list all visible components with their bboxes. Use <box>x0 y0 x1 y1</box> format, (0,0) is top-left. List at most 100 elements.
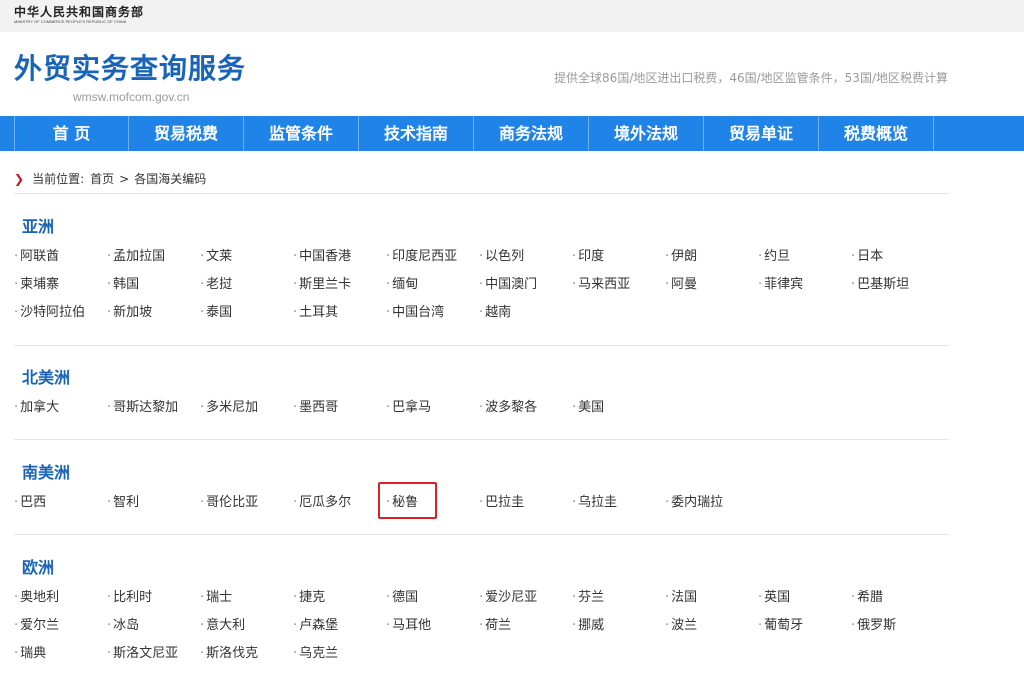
country-link[interactable]: · 厄瓜多尔 <box>293 493 386 521</box>
country-link[interactable]: · 波兰 <box>665 616 758 644</box>
country-link[interactable]: · 伊朗 <box>665 247 758 275</box>
country-link[interactable]: · 希腊 <box>851 588 944 616</box>
country-link[interactable]: · 沙特阿拉伯 <box>14 303 107 331</box>
ministry-name-en: MINISTRY OF COMMERCE PEOPLE'S REPUBLIC O… <box>14 19 127 24</box>
country-link[interactable]: · 韩国 <box>107 275 200 303</box>
country-link[interactable]: · 新加坡 <box>107 303 200 331</box>
country-link[interactable]: · 哥斯达黎加 <box>107 398 200 426</box>
nav-item-regulatory[interactable]: 监管条件 <box>244 116 359 151</box>
nav-item-commerce-law[interactable]: 商务法规 <box>474 116 589 151</box>
country-link[interactable]: · 意大利 <box>200 616 293 644</box>
country-link[interactable]: · 巴拉圭 <box>479 493 572 521</box>
country-link[interactable]: · 阿联酋 <box>14 247 107 275</box>
country-link[interactable]: · 巴拿马 <box>386 398 479 426</box>
country-link[interactable]: · 冰岛 <box>107 616 200 644</box>
country-link[interactable]: · 爱沙尼亚 <box>479 588 572 616</box>
country-link[interactable]: · 乌拉圭 <box>572 493 665 521</box>
nav-item-trade-tax[interactable]: 贸易税费 <box>129 116 244 151</box>
country-link[interactable]: · 泰国 <box>200 303 293 331</box>
breadcrumb-home-link[interactable]: 首页 <box>90 170 114 187</box>
country-link[interactable]: · 柬埔寨 <box>14 275 107 303</box>
country-link[interactable]: · 奥地利 <box>14 588 107 616</box>
country-link[interactable]: · 中国澳门 <box>479 275 572 303</box>
bullet-icon: · <box>758 618 763 633</box>
country-link[interactable]: · 爱尔兰 <box>14 616 107 644</box>
country-link[interactable]: · 德国 <box>386 588 479 616</box>
nav-item-home[interactable]: 首 页 <box>14 116 129 151</box>
country-link[interactable]: · 巴基斯坦 <box>851 275 944 303</box>
country-link[interactable]: · 老挝 <box>200 275 293 303</box>
bullet-icon: · <box>200 618 205 633</box>
country-name: 俄罗斯 <box>857 618 897 633</box>
country-link[interactable]: · 中国香港 <box>293 247 386 275</box>
country-link[interactable]: · 美国 <box>572 398 665 426</box>
bullet-icon: · <box>665 495 670 510</box>
bullet-icon: · <box>386 400 391 415</box>
bullet-icon: · <box>14 400 19 415</box>
country-name: 秘鲁 <box>392 495 419 510</box>
ministry-name-cn: 中华人民共和国商务部 <box>14 5 145 19</box>
country-link[interactable]: · 葡萄牙 <box>758 616 851 644</box>
country-link[interactable]: · 委内瑞拉 <box>665 493 758 521</box>
country-link[interactable]: · 斯里兰卡 <box>293 275 386 303</box>
country-link[interactable]: · 墨西哥 <box>293 398 386 426</box>
country-link[interactable]: · 芬兰 <box>572 588 665 616</box>
country-link[interactable]: · 挪威 <box>572 616 665 644</box>
country-link[interactable]: · 孟加拉国 <box>107 247 200 275</box>
country-link[interactable]: · 比利时 <box>107 588 200 616</box>
country-link[interactable]: · 印度 <box>572 247 665 275</box>
country-name: 阿联酋 <box>20 249 60 264</box>
country-link[interactable]: · 智利 <box>107 493 200 521</box>
bullet-icon: · <box>107 646 112 661</box>
country-link[interactable]: · 日本 <box>851 247 944 275</box>
country-link[interactable]: · 斯洛文尼亚 <box>107 644 200 672</box>
breadcrumb-current: 各国海关编码 <box>134 172 207 186</box>
country-link[interactable]: · 秘鲁 <box>378 482 479 521</box>
country-link[interactable]: · 马来西亚 <box>572 275 665 303</box>
country-link[interactable]: · 荷兰 <box>479 616 572 644</box>
country-link[interactable]: · 瑞士 <box>200 588 293 616</box>
country-name: 斯洛伐克 <box>206 646 259 661</box>
country-link[interactable]: · 菲律宾 <box>758 275 851 303</box>
country-link[interactable]: · 英国 <box>758 588 851 616</box>
country-name: 爱尔兰 <box>20 618 60 633</box>
country-link[interactable]: · 波多黎各 <box>479 398 572 426</box>
country-link[interactable]: · 马耳他 <box>386 616 479 644</box>
country-link[interactable]: · 乌克兰 <box>293 644 386 672</box>
bullet-icon: · <box>200 277 205 292</box>
country-link[interactable]: · 巴西 <box>14 493 107 521</box>
bullet-icon: · <box>851 249 856 264</box>
country-link[interactable]: · 土耳其 <box>293 303 386 331</box>
country-link[interactable]: · 捷克 <box>293 588 386 616</box>
country-link[interactable]: · 法国 <box>665 588 758 616</box>
country-link[interactable]: · 卢森堡 <box>293 616 386 644</box>
country-link[interactable]: · 缅甸 <box>386 275 479 303</box>
country-link[interactable]: · 越南 <box>479 303 572 331</box>
ministry-logo[interactable]: 中华人民共和国商务部 MINISTRY OF COMMERCE PEOPLE'S… <box>14 5 144 25</box>
divider <box>14 534 949 535</box>
country-link[interactable]: · 斯洛伐克 <box>200 644 293 672</box>
country-link[interactable]: · 约旦 <box>758 247 851 275</box>
country-link[interactable]: · 以色列 <box>479 247 572 275</box>
bullet-icon: · <box>107 590 112 605</box>
country-link[interactable]: · 中国台湾 <box>386 303 479 331</box>
country-link[interactable]: · 印度尼西亚 <box>386 247 479 275</box>
bullet-icon: · <box>200 495 205 510</box>
region-title: 欧洲 <box>22 558 55 577</box>
country-link[interactable]: · 阿曼 <box>665 275 758 303</box>
nav-item-foreign-law[interactable]: 境外法规 <box>589 116 704 151</box>
site-title[interactable]: 外贸实务查询服务 <box>14 51 246 87</box>
country-link[interactable]: · 加拿大 <box>14 398 107 426</box>
country-name: 泰国 <box>206 305 233 320</box>
divider <box>14 193 949 194</box>
country-link[interactable]: · 文莱 <box>200 247 293 275</box>
nav-item-trade-docs[interactable]: 贸易单证 <box>704 116 819 151</box>
country-list: · 巴西 · 智利 · 哥伦比亚 · 厄瓜多尔 · 秘鲁 · 巴拉圭 · 乌拉圭 · 委内瑞拉 <box>14 482 949 521</box>
country-link[interactable]: · 瑞典 <box>14 644 107 672</box>
country-link[interactable]: · 哥伦比亚 <box>200 493 293 521</box>
country-link[interactable]: · 俄罗斯 <box>851 616 944 644</box>
country-name: 中国台湾 <box>392 305 445 320</box>
country-link[interactable]: · 多米尼加 <box>200 398 293 426</box>
nav-item-tax-overview[interactable]: 税费概览 <box>819 116 934 151</box>
nav-item-tech-guide[interactable]: 技术指南 <box>359 116 474 151</box>
